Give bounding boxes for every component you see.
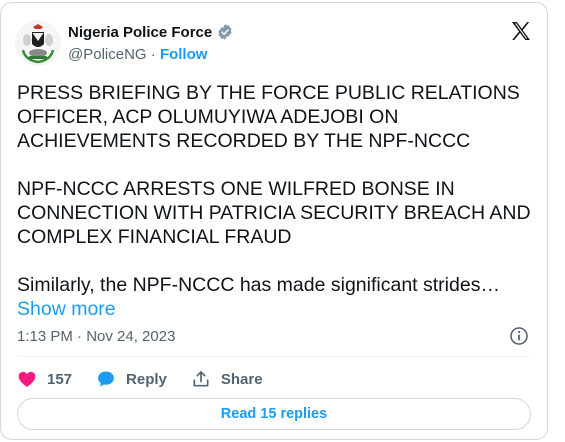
- follow-button[interactable]: Follow: [160, 46, 208, 63]
- read-replies-button[interactable]: Read 15 replies: [17, 398, 531, 430]
- share-label: Share: [220, 370, 263, 388]
- speech-bubble-icon: [98, 371, 114, 387]
- like-count: 157: [47, 370, 73, 388]
- like-button[interactable]: 157: [17, 369, 72, 389]
- share-upload-icon: [193, 371, 209, 387]
- show-more-link[interactable]: Show more: [17, 298, 116, 320]
- author-name[interactable]: Nigeria Police Force: [68, 23, 234, 41]
- tweet-paragraph-3-text: Similarly, the NPF-NCCC has made signifi…: [17, 274, 500, 296]
- tweet-paragraph-2: NPF-NCCC ARRESTS ONE WILFRED BONSE IN CO…: [17, 178, 531, 248]
- reply-label: Reply: [126, 370, 167, 388]
- verified-badge-icon: [218, 24, 232, 40]
- author-name-text[interactable]: Nigeria Police Force: [68, 24, 212, 41]
- author-handle[interactable]: @PoliceNG: [68, 46, 147, 63]
- divider: [17, 356, 531, 357]
- tweet-card: Nigeria Police Force @PoliceNG · Follow …: [0, 2, 548, 440]
- action-bar: 157 Reply Share: [17, 366, 287, 392]
- police-crest-icon[interactable]: [15, 20, 61, 66]
- tweet-paragraph-3: Similarly, the NPF-NCCC has made signifi…: [17, 273, 532, 321]
- tweet-paragraph-1: PRESS BRIEFING BY THE FORCE PUBLIC RELAT…: [17, 82, 520, 152]
- handle-separator: ·: [146, 46, 160, 63]
- tweet-timestamp[interactable]: 1:13 PM · Nov 24, 2023: [17, 328, 175, 345]
- info-icon[interactable]: [509, 326, 529, 346]
- handle-row: @PoliceNG · Follow: [68, 46, 207, 63]
- reply-button[interactable]: Reply: [96, 369, 167, 389]
- heart-icon: [18, 371, 36, 387]
- x-logo-icon[interactable]: [509, 19, 533, 43]
- share-button[interactable]: Share: [191, 369, 263, 389]
